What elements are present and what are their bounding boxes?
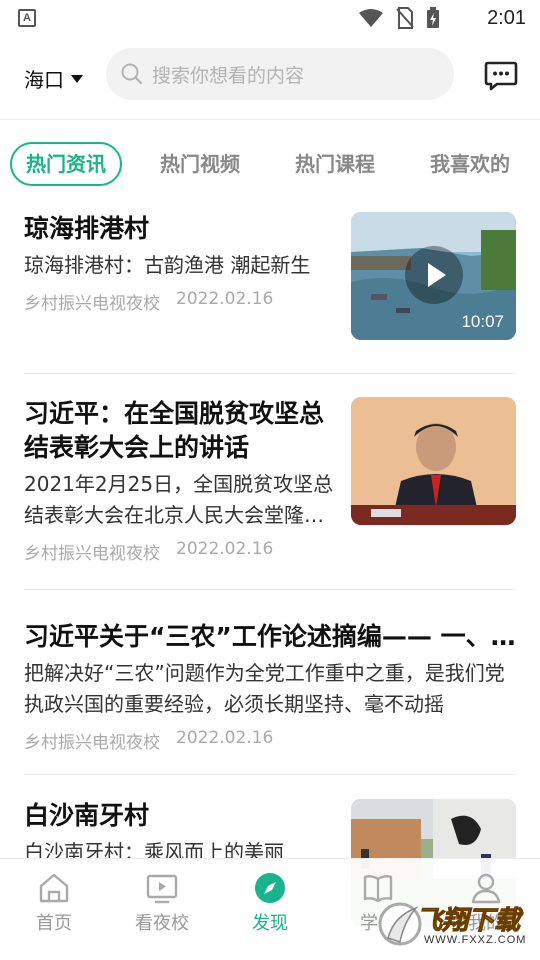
watermark-brand: 飞翔下载 — [415, 906, 521, 937]
article-title: 习近平关于“三农”工作论述摘编—— 一、坚持把解决好“三农”问题作为全党工作重中… — [24, 622, 516, 651]
search-placeholder: 搜索你想看的内容 — [152, 64, 305, 87]
nav-home[interactable]: 首页 — [0, 871, 108, 935]
play-icon — [405, 246, 463, 304]
list-item[interactable]: 习近平关于“三农”工作论述摘编—— 一、坚持把解决好“三农”问题作为全党工作重中… — [24, 620, 516, 753]
search-input[interactable]: 搜索你想看的内容 — [106, 48, 454, 100]
nav-discover-label: 发现 — [252, 913, 288, 934]
watermark-url: WWW.FXXZ.COM — [424, 934, 527, 946]
video-duration: 10:07 — [461, 312, 504, 331]
speaker-photo — [351, 397, 516, 525]
article-title: 琼海排港村 — [24, 214, 150, 243]
divider — [24, 774, 516, 775]
video-thumbnail[interactable]: 10:07 — [351, 212, 516, 340]
article-desc: 把解决好“三农”问题作为全党工作重中之重，是我们党执政兴国的重要经验，必须长期坚… — [24, 661, 505, 716]
article-date: 2022.02.16 — [176, 728, 274, 748]
status-icons — [358, 7, 440, 29]
nav-home-label: 首页 — [36, 913, 72, 934]
article-source: 乡村振兴电视夜校 — [24, 733, 160, 753]
caret-down-icon — [71, 74, 83, 83]
nav-discover[interactable]: 发现 — [216, 871, 324, 935]
category-tabs: 热门资讯 热门视频 热门课程 我喜欢的 — [0, 142, 540, 188]
article-thumbnail[interactable] — [351, 397, 516, 525]
search-icon — [121, 63, 143, 85]
wifi-icon — [359, 9, 383, 27]
battery-charging-icon — [427, 7, 439, 28]
app-notification-icon: A — [18, 9, 36, 27]
nav-night-school-label: 看夜校 — [135, 913, 189, 934]
list-item[interactable]: 习近平：在全国脱贫攻坚总结表彰大会上的讲话 2021年2月25日，全国脱贫攻坚总… — [24, 397, 516, 564]
article-date: 2022.02.16 — [176, 539, 274, 559]
location-label: 海口 — [24, 68, 64, 92]
tab-hot-videos[interactable]: 热门视频 — [160, 142, 240, 186]
no-sim-icon — [396, 7, 414, 29]
article-source: 乡村振兴电视夜校 — [24, 294, 160, 314]
article-title: 习近平：在全国脱贫攻坚总结表彰大会上的讲话 — [24, 399, 325, 462]
list-item[interactable]: 琼海排港村 琼海排港村：古韵渔港 潮起新生 乡村振兴电视夜校 2022.02.1… — [24, 212, 516, 340]
article-desc: 琼海排港村：古韵渔港 潮起新生 — [24, 253, 311, 277]
divider — [24, 589, 516, 590]
nav-night-school[interactable]: 看夜校 — [108, 871, 216, 935]
article-title: 白沙南牙村 — [24, 801, 150, 830]
compass-icon — [255, 873, 285, 903]
article-date: 2022.02.16 — [176, 289, 274, 309]
tab-favorites[interactable]: 我喜欢的 — [430, 142, 510, 186]
status-time: 2:01 — [487, 7, 526, 29]
home-icon — [39, 873, 69, 903]
article-source: 乡村振兴电视夜校 — [24, 544, 160, 564]
divider — [24, 373, 516, 374]
site-watermark: 飞翔下载 WWW.FXXZ.COM — [376, 898, 536, 954]
location-selector[interactable]: 海口 — [24, 64, 83, 93]
top-header: 海口 搜索你想看的内容 — [0, 36, 540, 120]
tab-hot-courses[interactable]: 热门课程 — [295, 142, 375, 186]
article-desc: 2021年2月25日，全国脱贫攻坚总结表彰大会在北京人民大会堂隆重举行 — [24, 472, 334, 527]
status-bar: A 2:01 — [0, 0, 540, 36]
message-icon[interactable] — [484, 58, 518, 92]
tab-hot-news[interactable]: 热门资讯 — [10, 142, 122, 186]
tv-play-icon — [146, 874, 178, 904]
